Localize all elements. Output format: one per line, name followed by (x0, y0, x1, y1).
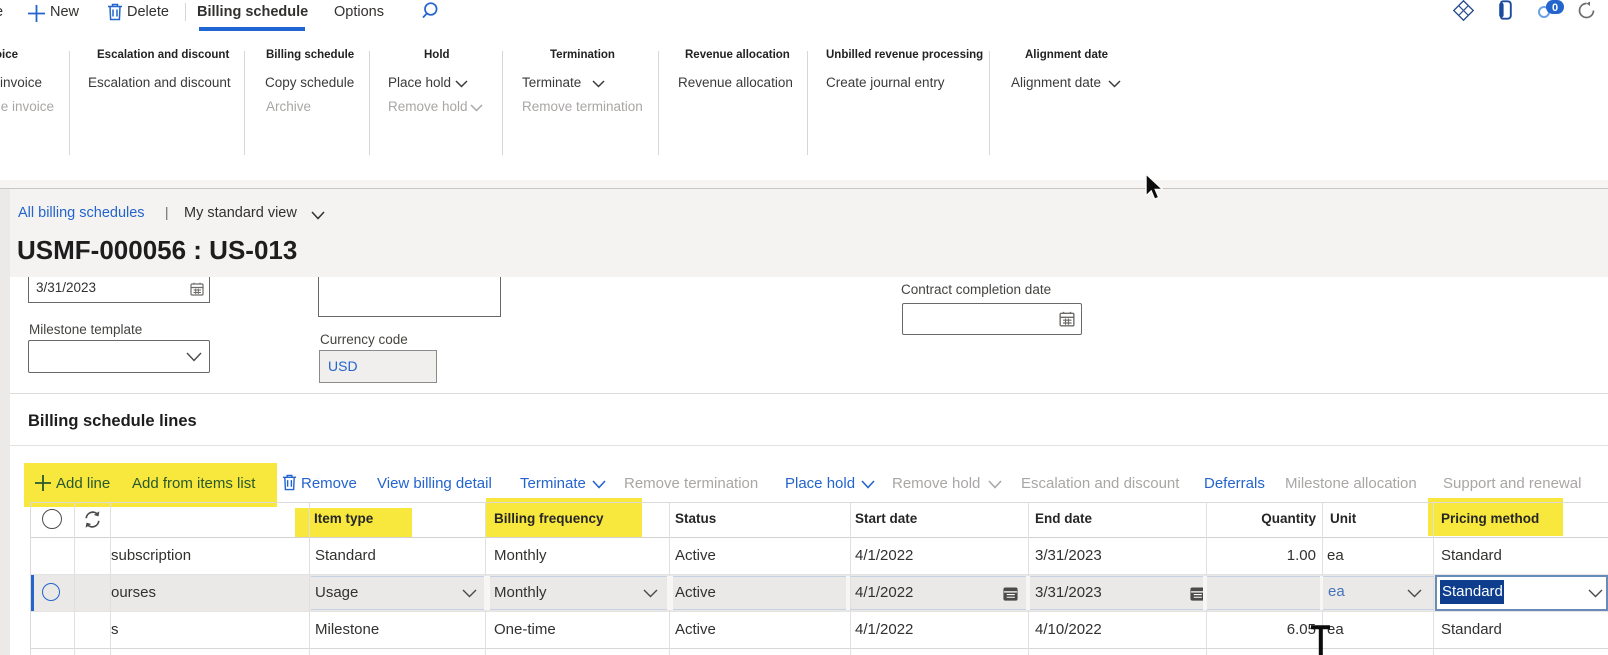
svg-text:0: 0 (1552, 2, 1558, 14)
